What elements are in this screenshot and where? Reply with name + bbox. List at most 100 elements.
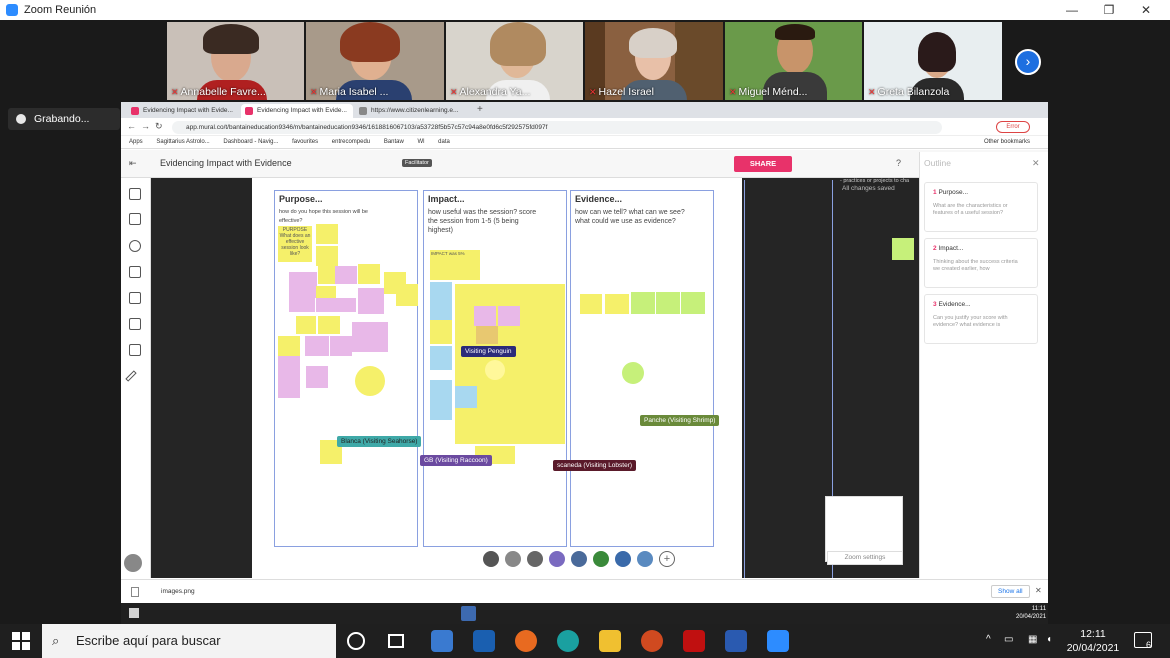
show-all-button[interactable]: Show all <box>991 585 1030 598</box>
sticky-note[interactable] <box>335 266 357 284</box>
avatar[interactable] <box>527 551 543 567</box>
zoom-app-icon[interactable] <box>461 606 476 621</box>
bookmark-item[interactable]: data <box>438 139 450 145</box>
new-tab-button[interactable]: + <box>477 104 483 115</box>
sticky-circle[interactable] <box>355 366 385 396</box>
browser-tab-active[interactable]: Evidencing Impact with Evide... <box>241 104 353 118</box>
edge-icon[interactable] <box>557 630 579 652</box>
app-icon[interactable] <box>431 630 453 652</box>
library-icon[interactable] <box>129 318 141 330</box>
outline-item[interactable]: 2 Impact... Thinking about the success c… <box>924 238 1038 288</box>
sticky-note[interactable] <box>681 292 705 314</box>
file-explorer-icon[interactable] <box>599 630 621 652</box>
battery-icon[interactable]: ▭ <box>1004 634 1013 645</box>
sticky-note-icon[interactable] <box>129 188 141 200</box>
forward-icon[interactable]: → <box>141 121 150 131</box>
network-icon[interactable]: ▦ <box>1028 634 1037 645</box>
sticky-note[interactable] <box>278 378 300 398</box>
sticky-note[interactable] <box>892 238 914 260</box>
bookmark-item[interactable]: Apps <box>129 139 143 145</box>
sticky-note[interactable] <box>656 292 680 314</box>
minimize-button[interactable]: — <box>1054 0 1090 20</box>
sticky-note[interactable] <box>474 306 496 326</box>
sticky-note[interactable] <box>605 294 629 314</box>
zoom-taskbar-icon[interactable] <box>767 630 789 652</box>
bookmark-item[interactable]: Dashboard - Navig... <box>223 139 278 145</box>
participant-tile[interactable]: ✕ Hazel Israel <box>585 22 723 100</box>
next-participants-button[interactable]: › <box>1015 49 1041 75</box>
browser-tab[interactable]: https://www.citizenlearning.e... <box>355 104 473 118</box>
maximize-button[interactable]: ❐ <box>1091 0 1127 20</box>
collapse-icon[interactable]: ⇤ <box>129 158 137 169</box>
sticky-note[interactable] <box>330 336 352 356</box>
close-button[interactable]: ✕ <box>1128 0 1164 20</box>
sticky-note[interactable] <box>358 288 384 314</box>
browser-tab[interactable]: Evidencing Impact with Evide... <box>127 104 239 118</box>
recording-indicator[interactable]: Grabando... <box>8 108 120 130</box>
sticky-note[interactable] <box>430 380 452 420</box>
taskbar-clock[interactable]: 12:11 20/04/2021 <box>1062 627 1124 655</box>
sticky-note[interactable] <box>396 284 418 306</box>
sticky-note[interactable] <box>498 306 520 326</box>
participant-tile[interactable]: ✕ Miguel Ménd... <box>725 22 862 100</box>
sticky-note[interactable] <box>289 272 317 298</box>
avatar[interactable] <box>124 554 142 572</box>
sticky-note[interactable] <box>316 298 356 312</box>
share-button[interactable]: SHARE <box>734 156 792 172</box>
text-icon[interactable] <box>129 213 141 225</box>
outline-item[interactable]: 3 Evidence... Can you justify your score… <box>924 294 1038 344</box>
sticky-note[interactable] <box>278 356 300 378</box>
help-icon[interactable]: ? <box>896 158 901 168</box>
image-icon[interactable] <box>129 292 141 304</box>
task-view-icon[interactable] <box>388 634 404 648</box>
acrobat-icon[interactable] <box>683 630 705 652</box>
participant-tile[interactable]: ✕ Alexandra Ya... <box>446 22 583 100</box>
download-item[interactable]: images.png <box>161 588 195 595</box>
sticky-note[interactable] <box>476 326 498 344</box>
sticky-note[interactable] <box>358 264 380 284</box>
reload-icon[interactable]: ↻ <box>155 121 163 132</box>
sticky-note[interactable] <box>305 336 329 356</box>
sticky-circle[interactable] <box>622 362 644 384</box>
sticky-note[interactable]: PURPOSE What does an effective session l… <box>278 226 312 262</box>
bookmark-item[interactable]: entrecompedu <box>332 139 370 145</box>
other-bookmarks[interactable]: Other bookmarks <box>984 136 1030 149</box>
sticky-note[interactable] <box>631 292 655 314</box>
back-icon[interactable]: ← <box>127 121 136 131</box>
taskbar-search-input[interactable]: Escribe aquí para buscar <box>42 624 336 658</box>
frameworks-icon[interactable] <box>129 266 141 278</box>
phone-icon[interactable] <box>483 551 499 567</box>
sticky-note[interactable] <box>316 246 338 266</box>
add-collaborator-button[interactable]: + <box>659 551 675 567</box>
avatar[interactable] <box>571 551 587 567</box>
sticky-note[interactable] <box>316 224 338 244</box>
sticky-note[interactable] <box>278 336 300 356</box>
powerpoint-icon[interactable] <box>641 630 663 652</box>
upload-icon[interactable] <box>129 344 141 356</box>
sticky-note[interactable] <box>296 316 316 334</box>
sticky-note[interactable] <box>430 346 452 370</box>
sticky-note[interactable] <box>306 366 328 388</box>
windows-start-icon[interactable] <box>12 632 30 650</box>
facilitator-badge[interactable]: Facilitator <box>402 159 432 167</box>
sticky-note[interactable] <box>352 322 388 352</box>
bookmark-item[interactable]: Wl <box>418 139 425 145</box>
avatar[interactable] <box>549 551 565 567</box>
cortana-icon[interactable] <box>347 632 365 650</box>
avatar[interactable] <box>615 551 631 567</box>
url-bar[interactable]: app.mural.co/t/bantaineducation9346/m/ba… <box>172 121 942 134</box>
shapes-icon[interactable] <box>129 240 141 252</box>
sticky-note[interactable] <box>580 294 602 314</box>
sticky-note[interactable] <box>430 320 452 344</box>
word-icon[interactable] <box>725 630 747 652</box>
outline-item[interactable]: 1 Purpose... What are the characteristic… <box>924 182 1038 232</box>
participant-tile[interactable]: ✕ Maria Isabel ... <box>306 22 444 100</box>
bookmark-item[interactable]: Sagittarius Astrolo... <box>156 139 209 145</box>
participant-tile[interactable]: ✕ Greta Bilanzola <box>864 22 1002 100</box>
outlook-icon[interactable] <box>473 630 495 652</box>
sticky-note[interactable] <box>289 296 315 312</box>
close-icon[interactable]: ✕ <box>1035 586 1042 595</box>
participant-tile[interactable]: ✕ Annabelle Favre... <box>167 22 304 100</box>
zoom-settings-button[interactable]: Zoom settings <box>827 551 903 565</box>
close-icon[interactable]: ✕ <box>1032 158 1040 169</box>
